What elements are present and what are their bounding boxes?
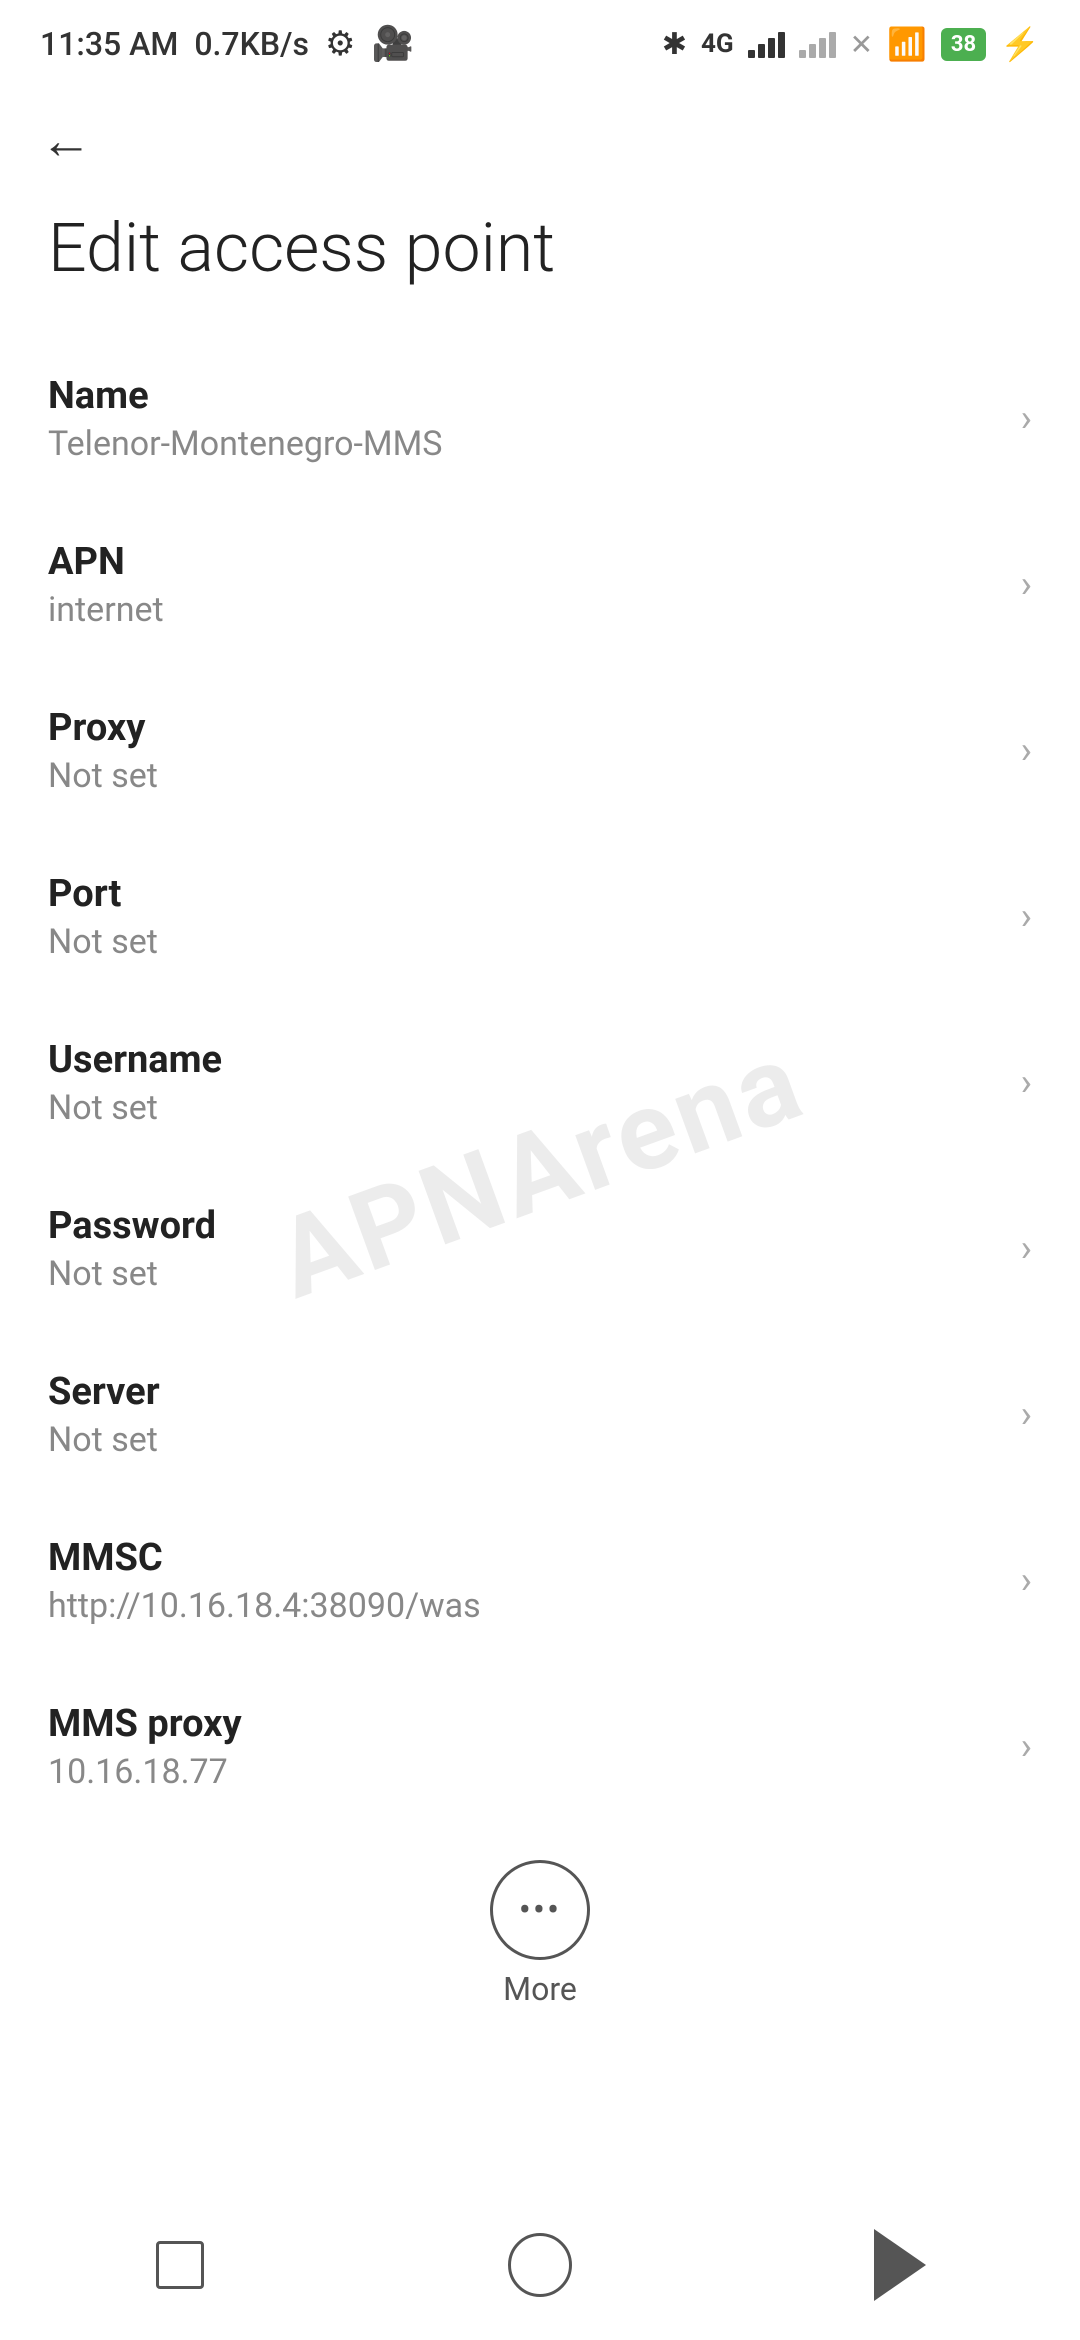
chevron-right-icon-5: › [1021, 1227, 1032, 1271]
setting-value-3: Not set [48, 922, 1001, 962]
status-speed: 0.7KB/s [194, 25, 309, 63]
more-label: More [503, 1970, 577, 2008]
nav-back-button[interactable] [860, 2225, 940, 2305]
setting-item-username[interactable]: Username Not set › [0, 1000, 1080, 1166]
nav-home-button[interactable] [500, 2225, 580, 2305]
setting-value-8: 10.16.18.77 [48, 1752, 1001, 1792]
page-title: Edit access point [0, 191, 1080, 336]
charging-icon: ⚡ [1000, 25, 1040, 63]
camera-icon: 🎥 [371, 24, 413, 64]
setting-value-1: internet [48, 590, 1001, 630]
more-button[interactable]: ••• [490, 1860, 590, 1960]
chevron-right-icon-8: › [1021, 1725, 1032, 1769]
status-right: ✱ 4G ✕ 📶 38 ⚡ [662, 25, 1040, 63]
status-time: 11:35 AM [40, 25, 178, 63]
setting-item-apn[interactable]: APN internet › [0, 502, 1080, 668]
setting-label-7: MMSC [48, 1536, 1001, 1580]
signal-bars-1 [748, 30, 785, 58]
setting-value-7: http://10.16.18.4:38090/was [48, 1586, 1001, 1626]
setting-item-server[interactable]: Server Not set › [0, 1332, 1080, 1498]
chevron-right-icon-3: › [1021, 895, 1032, 939]
signal-bars-2 [799, 30, 836, 58]
setting-label-6: Server [48, 1370, 1001, 1414]
setting-label-3: Port [48, 872, 1001, 916]
chevron-right-icon-7: › [1021, 1559, 1032, 1603]
setting-content-1: APN internet [48, 540, 1001, 630]
setting-label-4: Username [48, 1038, 1001, 1082]
setting-content-6: Server Not set [48, 1370, 1001, 1460]
setting-label-8: MMS proxy [48, 1702, 1001, 1746]
setting-item-name[interactable]: Name Telenor-Montenegro-MMS › [0, 336, 1080, 502]
chevron-right-icon-1: › [1021, 563, 1032, 607]
wifi-icon: 📶 [887, 25, 927, 63]
status-bar: 11:35 AM 0.7KB/s ⚙ 🎥 ✱ 4G ✕ 📶 38 ⚡ [0, 0, 1080, 80]
setting-item-mms-proxy[interactable]: MMS proxy 10.16.18.77 › [0, 1664, 1080, 1830]
signal-4g-icon: 4G [701, 29, 734, 59]
back-arrow-icon: ← [40, 110, 92, 171]
settings-list: NameTelenor-Montenegro-MMS›APNinternet›P… [0, 336, 1080, 1830]
setting-item-proxy[interactable]: Proxy Not set › [0, 668, 1080, 834]
setting-item-password[interactable]: Password Not set › [0, 1166, 1080, 1332]
recent-apps-icon [156, 2241, 204, 2289]
setting-content-3: Port Not set [48, 872, 1001, 962]
chevron-right-icon-4: › [1021, 1061, 1032, 1105]
bluetooth-icon: ✱ [662, 27, 687, 62]
setting-item-mmsc[interactable]: MMSC http://10.16.18.4:38090/was › [0, 1498, 1080, 1664]
setting-value-0: Telenor-Montenegro-MMS [48, 424, 1001, 464]
battery-indicator: 38 [941, 28, 986, 61]
setting-item-port[interactable]: Port Not set › [0, 834, 1080, 1000]
setting-value-5: Not set [48, 1254, 1001, 1294]
setting-content-5: Password Not set [48, 1204, 1001, 1294]
setting-label-5: Password [48, 1204, 1001, 1248]
back-button[interactable]: ← [0, 80, 1080, 191]
status-left: 11:35 AM 0.7KB/s ⚙ 🎥 [40, 24, 414, 64]
setting-label-2: Proxy [48, 706, 1001, 750]
setting-value-2: Not set [48, 756, 1001, 796]
chevron-right-icon-0: › [1021, 397, 1032, 441]
setting-value-4: Not set [48, 1088, 1001, 1128]
setting-label-1: APN [48, 540, 1001, 584]
settings-icon: ⚙ [325, 24, 355, 64]
more-dots-icon: ••• [519, 1889, 561, 1931]
more-button-container: ••• More [0, 1830, 1080, 2028]
setting-content-8: MMS proxy 10.16.18.77 [48, 1702, 1001, 1792]
chevron-right-icon-6: › [1021, 1393, 1032, 1437]
setting-content-7: MMSC http://10.16.18.4:38090/was [48, 1536, 1001, 1626]
navigation-bar [0, 2210, 1080, 2340]
back-icon [874, 2229, 926, 2301]
nav-recent-button[interactable] [140, 2225, 220, 2305]
setting-content-0: Name Telenor-Montenegro-MMS [48, 374, 1001, 464]
setting-content-2: Proxy Not set [48, 706, 1001, 796]
setting-content-4: Username Not set [48, 1038, 1001, 1128]
home-icon [508, 2233, 572, 2297]
no-signal-icon: ✕ [850, 28, 873, 61]
chevron-right-icon-2: › [1021, 729, 1032, 773]
setting-label-0: Name [48, 374, 1001, 418]
setting-value-6: Not set [48, 1420, 1001, 1460]
